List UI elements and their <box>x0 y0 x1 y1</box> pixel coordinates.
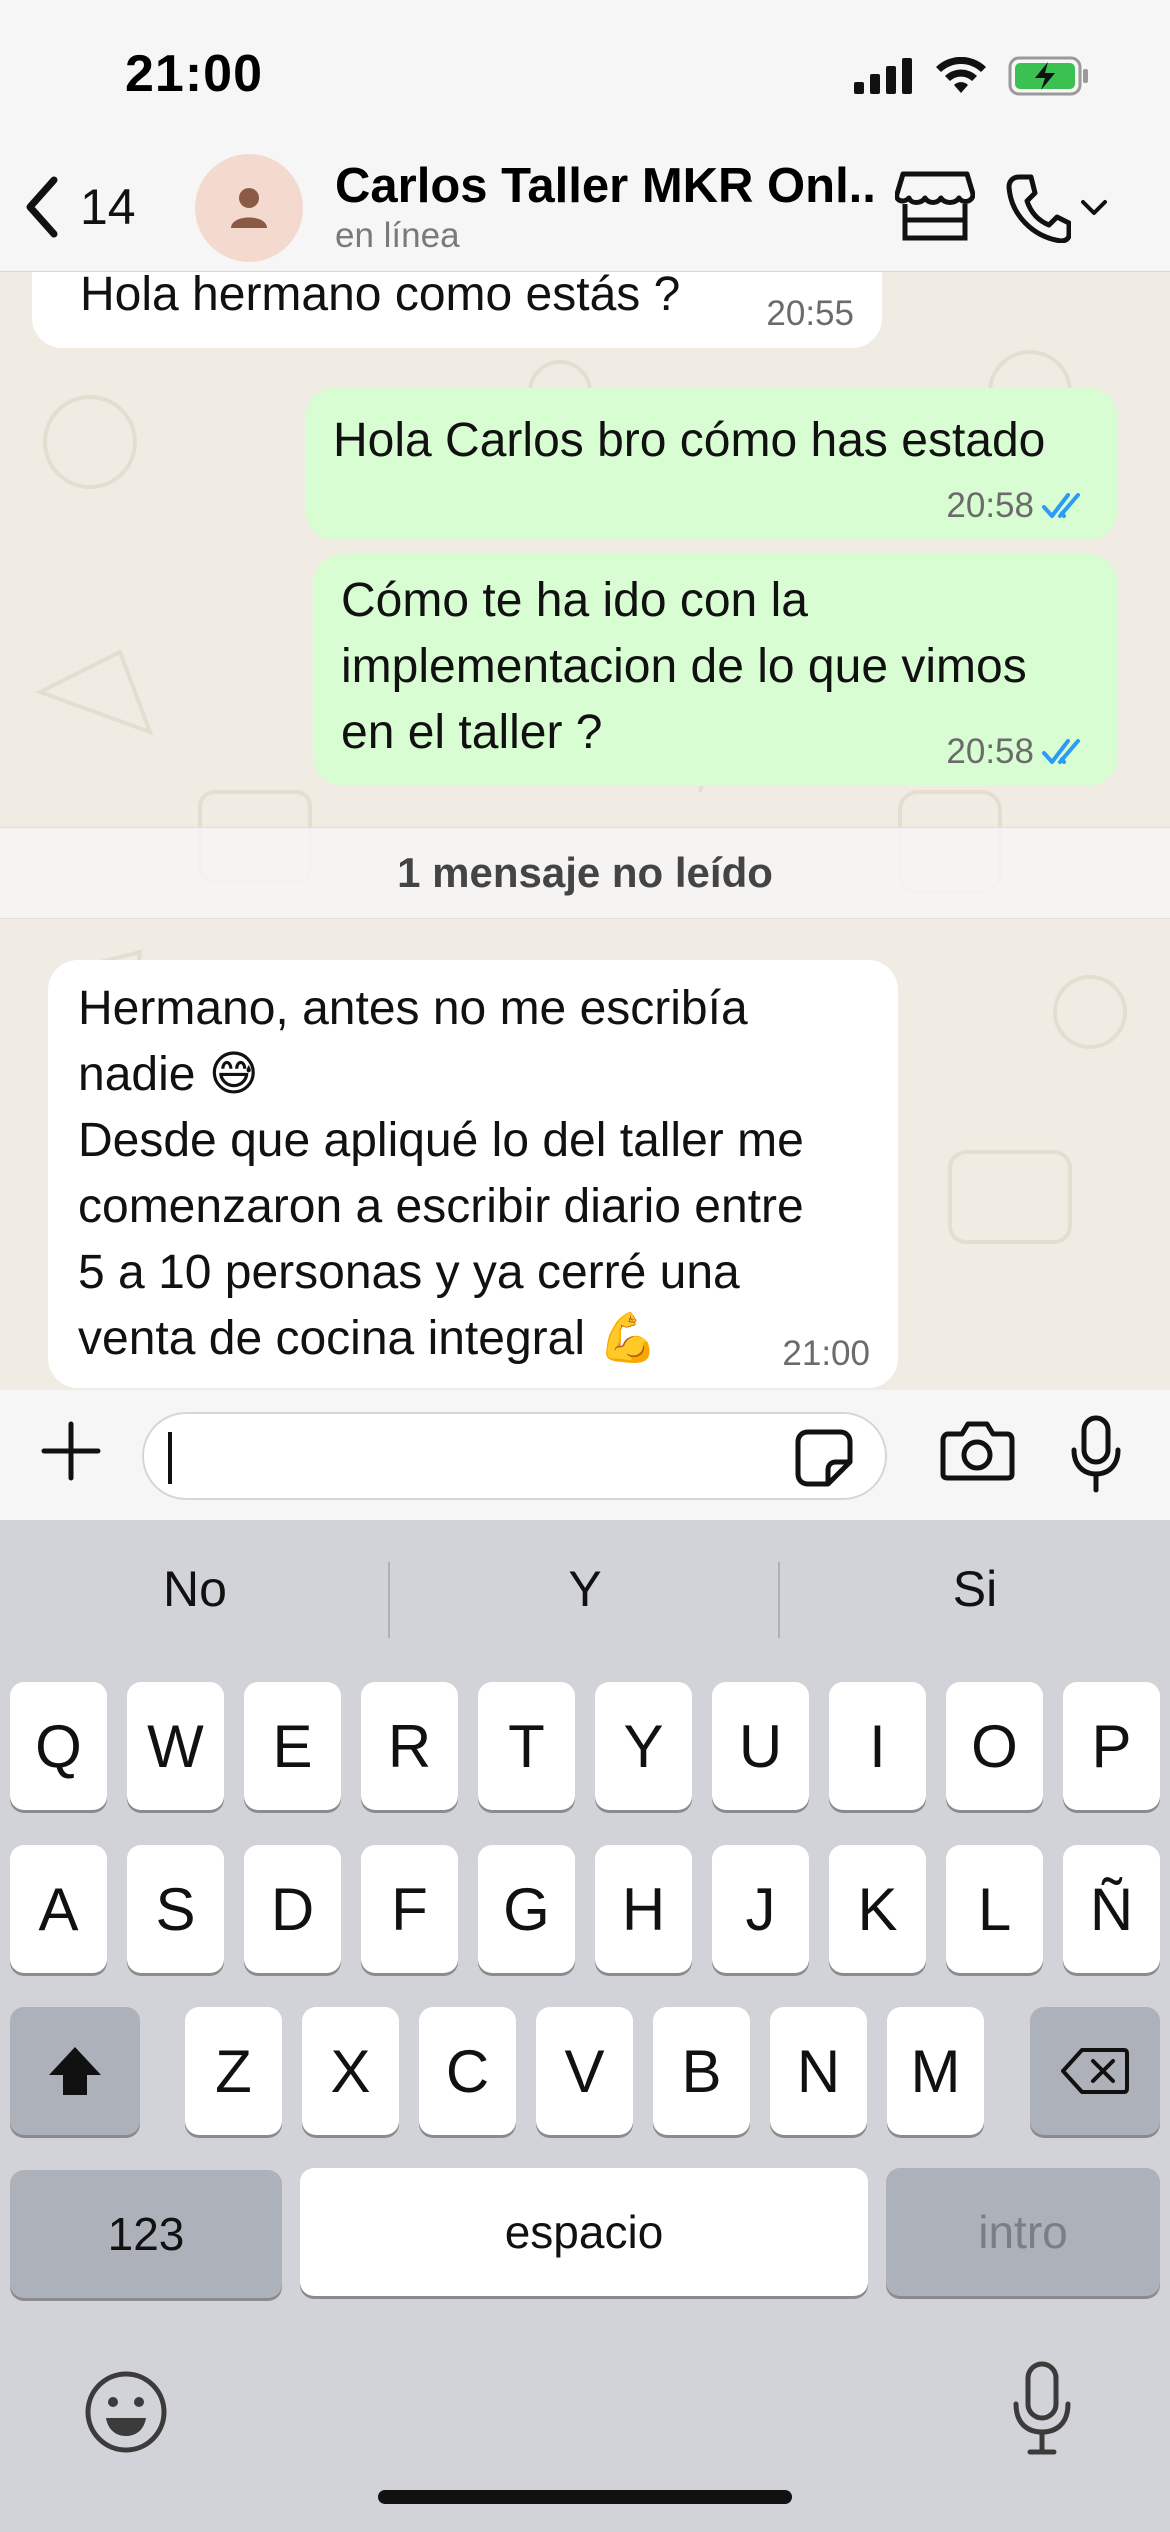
space-key[interactable]: espacio <box>300 2168 868 2296</box>
contact-info[interactable]: Carlos Taller MKR Onl... en línea <box>335 158 875 256</box>
suggestion-bar: No Y Si <box>0 1520 1170 1680</box>
key-w[interactable]: W <box>127 1682 224 1810</box>
home-indicator[interactable] <box>378 2490 792 2504</box>
contact-status: en línea <box>335 216 460 255</box>
keyboard: No Y Si QWERTYUIOP ASDFGHJKLÑ ZXCVBNM 12… <box>0 1520 1170 2532</box>
contact-name: Carlos Taller MKR Onl... <box>335 159 875 213</box>
message-time: 20:58 <box>946 732 1034 771</box>
status-bar: 21:00 <box>0 0 1170 150</box>
status-time: 21:00 <box>125 45 263 103</box>
message-text: Hola hermano como estás ? <box>80 272 681 321</box>
unread-chats-count: 14 <box>80 179 136 235</box>
message-bubble-incoming[interactable]: Hermano, antes no me escribía nadie 😅 De… <box>48 960 898 1388</box>
message-meta: 20:58 <box>946 486 1090 526</box>
key-b[interactable]: B <box>653 2007 750 2135</box>
message-text: Hermano, antes no me escribía nadie 😅 De… <box>78 982 804 1365</box>
unread-divider: 1 mensaje no leído <box>0 827 1170 919</box>
chat-area[interactable]: Hola hermano como estás ? 20:55 Hola Car… <box>0 272 1170 1390</box>
key-g[interactable]: G <box>478 1845 575 1973</box>
message-bubble-outgoing[interactable]: Cómo te ha ido con la implementacion de … <box>313 554 1118 786</box>
message-bubble-outgoing[interactable]: Hola Carlos bro cómo has estado 20:58 <box>305 388 1118 540</box>
key-n[interactable]: N <box>770 2007 867 2135</box>
key-o[interactable]: O <box>946 1682 1043 1810</box>
catalog-button[interactable] <box>894 170 976 250</box>
key-x[interactable]: X <box>302 2007 399 2135</box>
backspace-key[interactable] <box>1030 2007 1160 2135</box>
key-m[interactable]: M <box>887 2007 984 2135</box>
suggestion-3[interactable]: Si <box>780 1560 1170 1618</box>
avatar-person-icon <box>231 188 267 228</box>
message-text: Cómo te ha ido con la implementacion de … <box>341 574 1027 759</box>
message-time: 21:00 <box>782 1334 870 1373</box>
back-button[interactable]: 14 <box>22 172 136 242</box>
chat-header: 14 Carlos Taller MKR Onl... en línea <box>0 150 1170 272</box>
key-v[interactable]: V <box>536 2007 633 2135</box>
key-j[interactable]: J <box>712 1845 809 1973</box>
message-input[interactable] <box>142 1412 887 1500</box>
key-t[interactable]: T <box>478 1682 575 1810</box>
key-a[interactable]: A <box>10 1845 107 1973</box>
key-y[interactable]: Y <box>595 1682 692 1810</box>
key-s[interactable]: S <box>127 1845 224 1973</box>
backspace-icon <box>1061 2048 1129 2094</box>
microphone-icon <box>1071 1415 1121 1493</box>
key-z[interactable]: Z <box>185 2007 282 2135</box>
avatar[interactable] <box>195 154 303 262</box>
message-meta: 20:55 <box>766 294 854 334</box>
return-key[interactable]: intro <box>886 2168 1160 2296</box>
dictation-mic-icon <box>1013 2361 1071 2455</box>
wifi-icon <box>936 57 986 93</box>
message-bubble-incoming[interactable]: Hola hermano como estás ? 20:55 <box>32 272 882 348</box>
camera-icon <box>940 1421 1015 1481</box>
text-caret <box>168 1432 172 1484</box>
key-h[interactable]: H <box>595 1845 692 1973</box>
call-button[interactable] <box>1005 168 1125 248</box>
shift-key[interactable] <box>10 2007 140 2135</box>
message-meta: 20:58 <box>946 732 1090 772</box>
suggestion-2[interactable]: Y <box>390 1560 780 1618</box>
emoji-button[interactable] <box>82 2368 170 2456</box>
message-meta: 21:00 <box>782 1334 870 1374</box>
key-p[interactable]: P <box>1063 1682 1160 1810</box>
attach-button[interactable] <box>38 1418 104 1484</box>
camera-button[interactable] <box>940 1420 1015 1485</box>
phone-icon <box>1006 174 1071 243</box>
key-i[interactable]: I <box>829 1682 926 1810</box>
key-r[interactable]: R <box>361 1682 458 1810</box>
key-k[interactable]: K <box>829 1845 926 1973</box>
voice-message-button[interactable] <box>1068 1414 1124 1494</box>
key-d[interactable]: D <box>244 1845 341 1973</box>
message-text: Hola Carlos bro cómo has estado <box>333 414 1046 467</box>
store-icon <box>894 171 976 241</box>
key-e[interactable]: E <box>244 1682 341 1810</box>
cellular-signal-icon <box>854 58 912 94</box>
numbers-key[interactable]: 123 <box>10 2170 282 2298</box>
back-chevron-icon <box>26 176 58 238</box>
key-l[interactable]: L <box>946 1845 1043 1973</box>
sticker-icon <box>795 1429 853 1487</box>
key-q[interactable]: Q <box>10 1682 107 1810</box>
status-icons <box>854 56 1090 96</box>
key-c[interactable]: C <box>419 2007 516 2135</box>
dictation-button[interactable] <box>1010 2360 1074 2456</box>
chevron-down-icon <box>1081 200 1107 215</box>
shift-icon <box>49 2047 101 2095</box>
read-ticks-icon <box>1042 739 1080 764</box>
message-time: 20:55 <box>766 294 854 333</box>
suggestion-1[interactable]: No <box>0 1560 390 1618</box>
read-ticks-icon <box>1042 493 1080 518</box>
key-f[interactable]: F <box>361 1845 458 1973</box>
plus-icon <box>41 1421 101 1481</box>
battery-charging-icon <box>1008 56 1088 96</box>
sticker-button[interactable] <box>794 1428 854 1488</box>
message-time: 20:58 <box>946 486 1034 525</box>
key-u[interactable]: U <box>712 1682 809 1810</box>
emoji-icon <box>85 2371 167 2453</box>
composer-bar <box>0 1390 1170 1520</box>
key-ñ[interactable]: Ñ <box>1063 1845 1160 1973</box>
